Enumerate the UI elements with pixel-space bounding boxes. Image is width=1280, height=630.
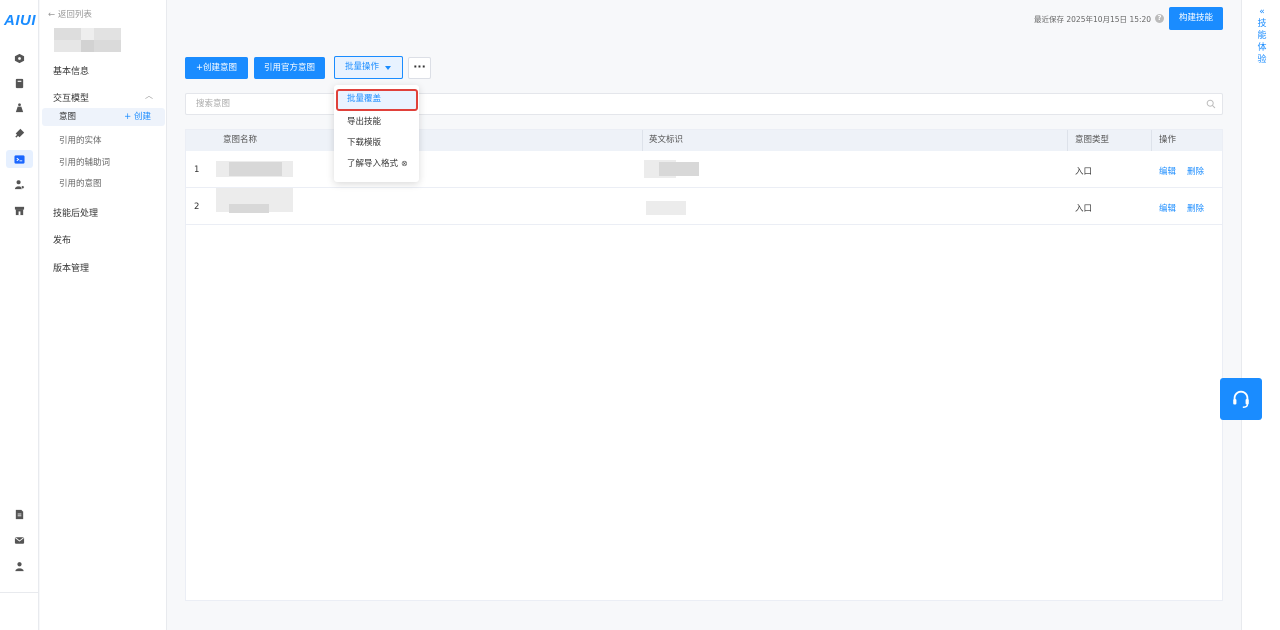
- help-icon[interactable]: ?: [1155, 14, 1164, 23]
- more-button[interactable]: ···: [408, 57, 431, 79]
- skill-experience-label[interactable]: « 技 能 体 验: [1257, 6, 1267, 66]
- customer-support-button[interactable]: [1220, 378, 1262, 420]
- col-intent-type: 意图类型: [1075, 135, 1110, 145]
- icon-rail: AIUI: [0, 0, 39, 630]
- skill-experience-panel[interactable]: « 技 能 体 验: [1241, 0, 1280, 630]
- search-icon[interactable]: [1206, 99, 1216, 109]
- nav-intent[interactable]: 意图 + 创建: [42, 108, 165, 126]
- menu-item-import-format-label: 了解导入格式: [347, 159, 399, 169]
- robot-icon[interactable]: [13, 101, 26, 114]
- col-english-id: 英文标识: [649, 135, 684, 145]
- batch-operation-menu: 批量覆盖 导出技能 下载模版 了解导入格式 ⊗: [334, 85, 419, 182]
- terminal-icon[interactable]: [6, 150, 33, 168]
- redacted-intent-name: [229, 162, 282, 176]
- nav-publish[interactable]: 发布: [53, 233, 71, 246]
- app-logo[interactable]: AIUI: [4, 12, 36, 29]
- nav-ref-intent[interactable]: 引用的意图: [59, 177, 102, 189]
- back-to-list-link[interactable]: ← 返回列表: [48, 8, 92, 20]
- row-index: 1: [194, 165, 200, 175]
- row-index: 2: [194, 202, 200, 212]
- exp-char: 验: [1257, 55, 1267, 65]
- intent-type: 入口: [1075, 204, 1093, 214]
- rail-divider: [0, 592, 39, 593]
- intent-table: 意图名称 英文标识 意图类型 操作 1 入口 编辑 删除 2 入口 编辑 删除: [185, 129, 1223, 601]
- build-skill-button[interactable]: 构建技能: [1169, 7, 1223, 30]
- batch-operation-button[interactable]: 批量操作: [334, 56, 403, 79]
- collapse-icon: «: [1259, 7, 1265, 17]
- nav-ref-entity[interactable]: 引用的实体: [59, 134, 102, 146]
- table-row: 2 入口 编辑 删除: [186, 188, 1222, 225]
- document-icon[interactable]: [13, 508, 26, 521]
- create-intent-link[interactable]: + 创建: [124, 108, 151, 126]
- nav-basic-info[interactable]: 基本信息: [53, 64, 89, 77]
- col-intent-name: 意图名称: [223, 135, 258, 145]
- exp-char: 技: [1257, 19, 1267, 29]
- redacted-intent-name: [229, 204, 269, 213]
- nav-version[interactable]: 版本管理: [53, 261, 89, 274]
- redacted-english-id: [646, 201, 686, 215]
- caret-down-icon: [385, 66, 391, 70]
- menu-item-export-skill[interactable]: 导出技能: [334, 112, 419, 132]
- menu-item-import-format[interactable]: 了解导入格式 ⊗: [334, 154, 419, 174]
- nav-post-process[interactable]: 技能后处理: [53, 206, 98, 219]
- col-actions: 操作: [1159, 135, 1177, 145]
- create-intent-button[interactable]: +创建意图: [185, 57, 248, 79]
- edit-link[interactable]: 编辑: [1159, 202, 1176, 214]
- edit-link[interactable]: 编辑: [1159, 165, 1176, 177]
- user-settings-icon[interactable]: [13, 178, 26, 191]
- exp-char: 体: [1257, 43, 1267, 53]
- nav-intent-label: 意图: [59, 112, 77, 122]
- menu-item-download-template[interactable]: 下载模版: [334, 133, 419, 153]
- plugin-icon[interactable]: [13, 127, 26, 140]
- intent-type: 入口: [1075, 167, 1093, 177]
- user-icon[interactable]: [13, 560, 26, 573]
- nav-ref-aux[interactable]: 引用的辅助词: [59, 156, 110, 168]
- nav-interaction-model[interactable]: 交互模型: [53, 91, 89, 104]
- ref-official-intent-button[interactable]: 引用官方意图: [254, 57, 325, 79]
- book-icon[interactable]: [13, 77, 26, 90]
- last-save-status: 最近保存 2025年10月15日 15:20: [1034, 15, 1152, 24]
- store-icon[interactable]: [13, 204, 26, 217]
- cube-icon[interactable]: [13, 52, 26, 65]
- batch-operation-label: 批量操作: [345, 62, 380, 72]
- delete-link[interactable]: 删除: [1187, 202, 1204, 214]
- mail-icon[interactable]: [13, 534, 26, 547]
- chevron-up-icon[interactable]: ︿: [145, 90, 153, 101]
- skill-nav-panel: ← 返回列表 基本信息 交互模型 ︿ 意图 + 创建 引用的实体 引用的辅助词 …: [40, 0, 167, 630]
- menu-item-batch-overwrite[interactable]: 批量覆盖: [336, 89, 418, 111]
- skill-avatar: [54, 28, 122, 52]
- redacted-english-id: [659, 162, 699, 176]
- delete-link[interactable]: 删除: [1187, 165, 1204, 177]
- info-circle-icon: ⊗: [401, 159, 408, 168]
- headset-icon: [1233, 390, 1249, 408]
- exp-char: 能: [1257, 31, 1267, 41]
